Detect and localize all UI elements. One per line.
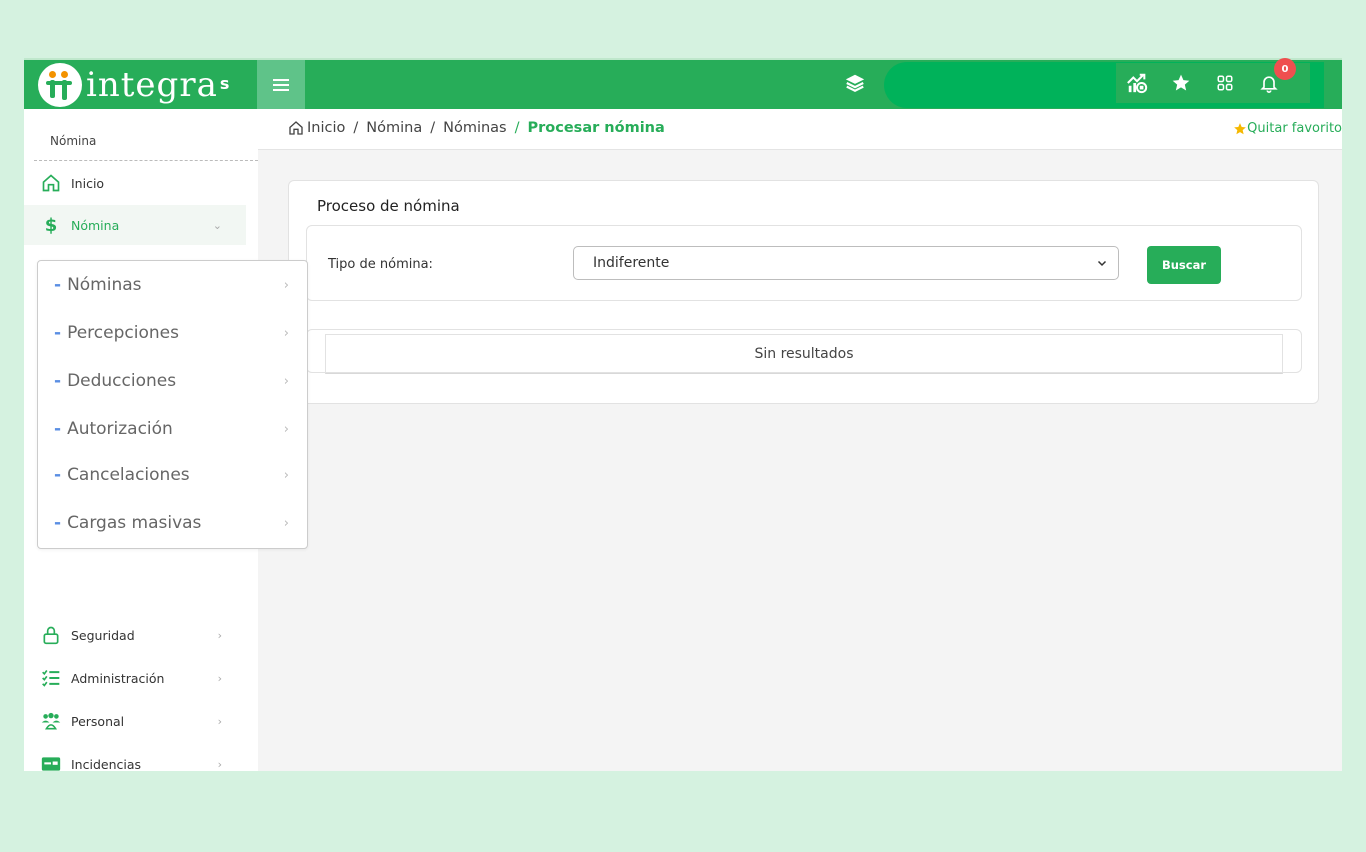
sidebar-item-label: Inicio — [71, 175, 105, 191]
apps-grid-icon[interactable] — [1214, 72, 1236, 94]
logo-mark-icon — [38, 63, 82, 107]
sidebar-item-inicio[interactable]: Inicio — [24, 163, 246, 203]
chevron-right-icon: › — [283, 277, 289, 293]
brand-logo[interactable]: integra s — [38, 63, 229, 107]
top-bar: integra s 0 — [24, 58, 1342, 109]
breadcrumb-separator: / — [430, 120, 436, 136]
remove-favorite-link[interactable]: Quitar favorito — [1233, 121, 1342, 136]
search-button[interactable]: Buscar — [1147, 246, 1221, 284]
star-icon — [1234, 122, 1247, 134]
sidebar-item-label: Incidencias — [71, 756, 142, 772]
dash-icon: - — [54, 323, 62, 343]
people-icon — [41, 711, 61, 731]
home-icon — [289, 121, 303, 135]
submenu-item-label: Autorización — [67, 419, 173, 439]
home-icon — [41, 173, 61, 193]
submenu-item-percepciones[interactable]: - Percepciones › — [38, 309, 307, 357]
payroll-type-value: Indiferente — [593, 255, 670, 271]
sidebar-item-seguridad[interactable]: Seguridad › — [24, 615, 246, 655]
submenu-item-autorizacion[interactable]: - Autorización › — [38, 405, 307, 453]
menu-icon — [273, 83, 289, 86]
menu-toggle-button[interactable] — [257, 60, 305, 109]
lock-icon — [41, 625, 61, 645]
id-card-icon — [41, 754, 61, 771]
top-bar-actions: 0 — [1116, 58, 1310, 103]
sidebar-item-label: Seguridad — [71, 627, 135, 643]
submenu-item-label: Percepciones — [67, 323, 179, 343]
nomina-submenu: - Nóminas › - Percepciones › - Deduccion… — [37, 260, 308, 549]
star-icon[interactable] — [1170, 72, 1192, 94]
card-title: Proceso de nómina — [317, 197, 460, 215]
breadcrumb-bar: Inicio / Nómina / Nóminas / Procesar nóm… — [258, 109, 1342, 150]
chevron-right-icon: › — [217, 757, 222, 771]
layers-icon[interactable] — [844, 72, 866, 94]
dash-icon: - — [54, 513, 62, 533]
results-panel: Sin resultados — [306, 329, 1302, 374]
checklist-icon — [41, 668, 61, 688]
notification-badge: 0 — [1274, 58, 1296, 80]
chevron-right-icon: › — [217, 671, 222, 685]
dash-icon: - — [54, 275, 62, 295]
empty-results-message: Sin resultados — [325, 334, 1283, 374]
bell-icon[interactable]: 0 — [1258, 58, 1296, 94]
sidebar-item-administracion[interactable]: Administración › — [24, 658, 246, 698]
sidebar-item-label: Nómina — [71, 217, 120, 233]
dollar-icon: $ — [44, 214, 58, 236]
sidebar-item-nomina[interactable]: $ Nómina ⌄ — [24, 205, 246, 245]
filter-panel: Tipo de nómina: Indiferente Buscar — [306, 225, 1302, 301]
chevron-right-icon: › — [283, 421, 289, 437]
sidebar-item-incidencias[interactable]: Incidencias › — [24, 744, 246, 771]
breadcrumb: Inicio / Nómina / Nóminas / Procesar nóm… — [288, 120, 665, 136]
breadcrumb-item-nomina[interactable]: Nómina — [366, 120, 422, 136]
breadcrumb-separator: / — [514, 120, 520, 136]
chevron-right-icon: › — [283, 373, 289, 389]
chevron-right-icon: › — [283, 467, 289, 483]
sidebar-item-personal[interactable]: Personal › — [24, 701, 246, 741]
chevron-right-icon: › — [217, 628, 222, 642]
payroll-type-select[interactable]: Indiferente — [573, 246, 1119, 280]
breadcrumb-item-nominas[interactable]: Nóminas — [443, 120, 507, 136]
submenu-item-cargas-masivas[interactable]: - Cargas masivas › — [38, 499, 307, 547]
dash-icon: - — [54, 419, 62, 439]
chevron-down-icon: ⌄ — [212, 218, 222, 232]
submenu-item-nominas[interactable]: - Nóminas › — [38, 261, 307, 309]
breadcrumb-separator: / — [353, 120, 359, 136]
dash-icon: - — [54, 371, 62, 391]
chevron-down-icon — [1097, 260, 1107, 267]
submenu-item-label: Cargas masivas — [67, 513, 202, 533]
breadcrumb-item-inicio[interactable]: Inicio — [307, 120, 345, 136]
payroll-type-label: Tipo de nómina: — [328, 257, 433, 272]
sidebar-item-label: Administración — [71, 670, 165, 686]
breadcrumb-current: Procesar nómina — [527, 120, 665, 136]
sidebar-item-label: Personal — [71, 713, 125, 729]
submenu-item-label: Deducciones — [67, 371, 177, 391]
chevron-right-icon: › — [283, 515, 289, 531]
submenu-item-deducciones[interactable]: - Deducciones › — [38, 357, 307, 405]
brand-suffix: s — [219, 73, 230, 93]
brand-name: integra — [86, 65, 218, 105]
submenu-item-label: Nóminas — [67, 275, 142, 295]
submenu-item-cancelaciones[interactable]: - Cancelaciones › — [38, 451, 307, 499]
payroll-process-card: Proceso de nómina Tipo de nómina: Indife… — [288, 180, 1319, 404]
chevron-right-icon: › — [283, 325, 289, 341]
dashboard-icon[interactable] — [1126, 72, 1148, 94]
submenu-item-label: Cancelaciones — [67, 465, 190, 485]
chevron-right-icon: › — [217, 714, 222, 728]
sidebar-title: Nómina — [50, 134, 97, 148]
sidebar-divider — [34, 160, 258, 161]
dash-icon: - — [54, 465, 62, 485]
remove-favorite-label: Quitar favorito — [1247, 121, 1342, 136]
